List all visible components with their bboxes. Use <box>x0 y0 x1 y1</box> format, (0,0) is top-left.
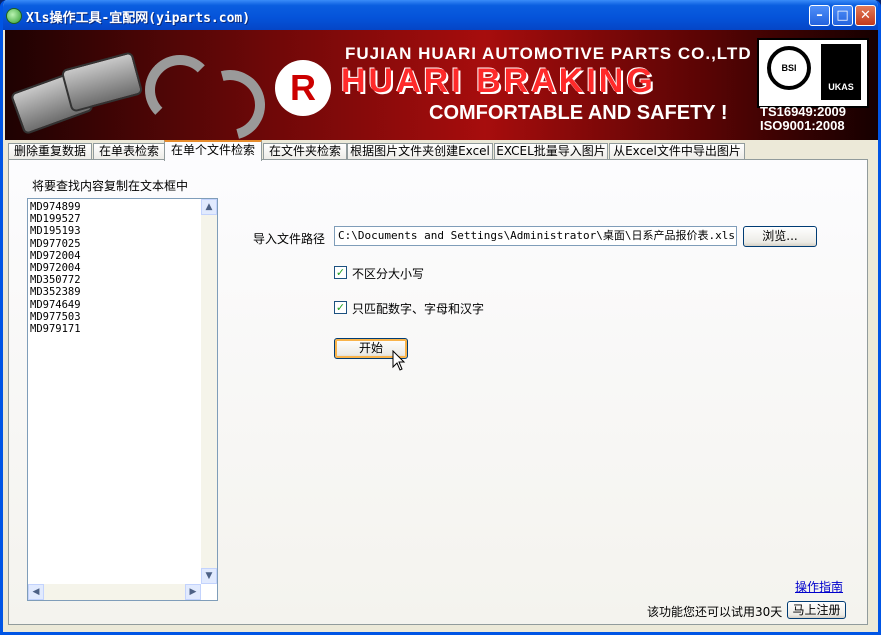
search-terms-textarea[interactable]: MD974899 MD199527 MD195193 MD977025 MD97… <box>27 198 218 601</box>
brand-name: HUARI BRAKING <box>341 62 656 100</box>
cert-iso9001: ISO9001:2008 <box>760 118 845 133</box>
search-term-line: MD974899 <box>30 201 81 213</box>
import-path-input[interactable]: C:\Documents and Settings\Administrator\… <box>334 226 737 246</box>
arrow-left-icon: ◀ <box>32 587 40 597</box>
minimize-button[interactable]: – <box>809 5 830 26</box>
arrow-down-icon: ▼ <box>205 571 213 581</box>
close-button[interactable]: ✕ <box>855 5 876 26</box>
cert-ts16949: TS16949:2009 <box>760 104 847 119</box>
app-icon <box>6 8 22 24</box>
minimize-icon: – <box>816 8 823 23</box>
maximize-icon: □ <box>836 8 849 23</box>
bsi-logo: BSI <box>767 46 811 90</box>
search-term-line: MD195193 <box>30 225 81 238</box>
arrow-right-icon: ▶ <box>189 587 197 597</box>
case-insensitive-label: 不区分大小写 <box>352 267 425 281</box>
guide-link[interactable]: 操作指南 <box>795 578 843 595</box>
search-term-line: MD352389 <box>30 286 81 299</box>
search-term-line: MD974649 <box>30 298 81 311</box>
horizontal-scrollbar[interactable]: ◀ ▶ <box>28 584 201 600</box>
huari-logo: R <box>275 60 331 116</box>
tab-export-images-from-excel[interactable]: 从Excel文件中导出图片 <box>609 143 745 160</box>
search-term-line: MD977503 <box>30 310 81 323</box>
search-term-line: MD350772 <box>30 274 81 287</box>
case-insensitive-checkbox[interactable]: ✓ <box>334 266 347 279</box>
certification-logos: BSI UKAS <box>757 38 869 108</box>
close-icon: ✕ <box>860 8 871 23</box>
trial-remaining-text: 该功能您还可以试用30天 <box>647 605 783 619</box>
scroll-left-button[interactable]: ◀ <box>28 584 44 600</box>
scroll-up-button[interactable]: ▲ <box>201 199 217 215</box>
scroll-right-button[interactable]: ▶ <box>185 584 201 600</box>
tab-remove-duplicates[interactable]: 删除重复数据 <box>8 143 92 160</box>
maximize-button[interactable]: □ <box>832 5 853 26</box>
tab-search-folder[interactable]: 在文件夹检索 <box>263 143 347 160</box>
tab-excel-batch-import-images[interactable]: EXCEL批量导入图片 <box>494 143 608 160</box>
checkmark-icon: ✓ <box>335 266 346 279</box>
search-term-line: MD199527 <box>30 213 81 226</box>
vertical-scrollbar[interactable]: ▲ ▼ <box>201 199 217 584</box>
scroll-down-button[interactable]: ▼ <box>201 568 217 584</box>
match-alnum-label: 只匹配数字、字母和汉字 <box>352 302 485 316</box>
import-path-label: 导入文件路径 <box>253 232 326 246</box>
brand-slogan: COMFORTABLE AND SAFETY ! <box>429 102 728 124</box>
tab-create-excel-from-images[interactable]: 根据图片文件夹创建Excel <box>347 143 493 160</box>
checkmark-icon: ✓ <box>335 301 346 314</box>
tab-search-single-file[interactable]: 在单个文件检索 <box>164 140 262 161</box>
ukas-logo: UKAS <box>821 44 861 100</box>
tab-search-single-sheet[interactable]: 在单表检索 <box>93 143 165 160</box>
window-title: Xls操作工具-宜配网(yiparts.com) <box>26 11 251 26</box>
search-term-line: MD972004 <box>30 262 81 275</box>
brake-pad-image <box>60 51 144 113</box>
browse-button[interactable]: 浏览... <box>743 226 817 247</box>
search-term-line: MD979171 <box>30 323 81 336</box>
company-name: FUJIAN HUARI AUTOMOTIVE PARTS CO.,LTD <box>345 44 752 63</box>
search-instruction-label: 将要查找内容复制在文本框中 <box>32 179 189 193</box>
match-alnum-checkbox[interactable]: ✓ <box>334 301 347 314</box>
mouse-cursor-icon <box>392 350 406 371</box>
register-button[interactable]: 马上注册 <box>787 601 846 619</box>
search-term-line: MD977025 <box>30 237 81 250</box>
brand-banner: R FUJIAN HUARI AUTOMOTIVE PARTS CO.,LTD … <box>5 30 878 140</box>
arrow-up-icon: ▲ <box>205 202 213 212</box>
title-bar[interactable]: Xls操作工具-宜配网(yiparts.com) – □ ✕ <box>3 0 878 30</box>
search-term-line: MD972004 <box>30 249 81 262</box>
search-terms-list: MD974899 MD199527 MD195193 MD977025 MD97… <box>30 201 81 335</box>
